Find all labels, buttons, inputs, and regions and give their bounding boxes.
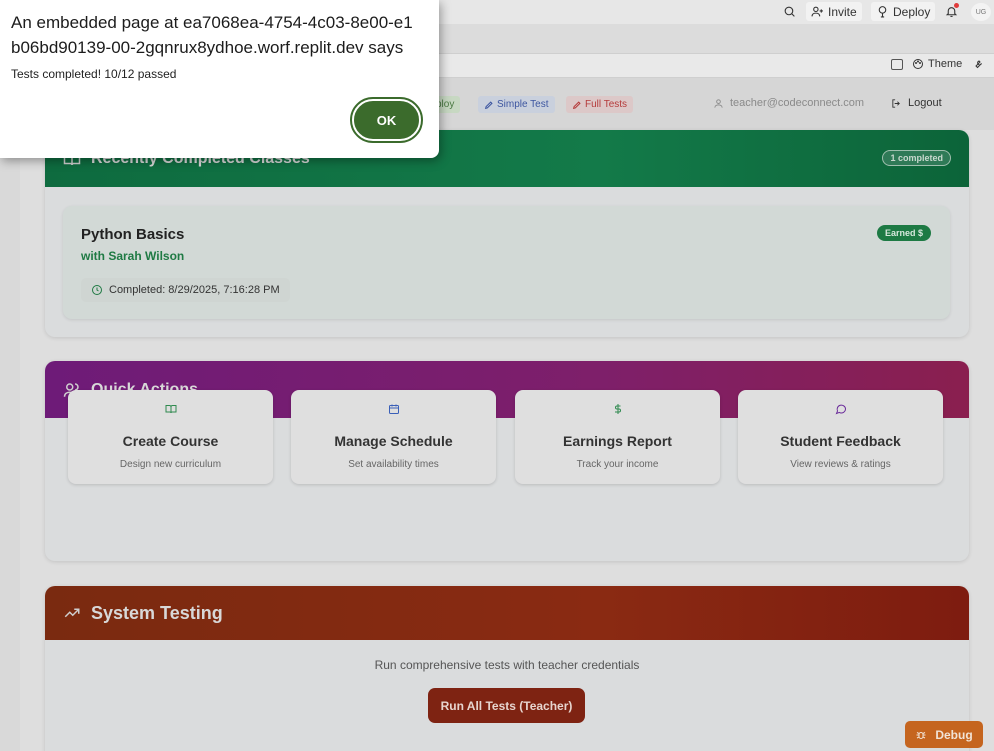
completed-class-item: Python Basics with Sarah Wilson Complete… — [63, 206, 950, 319]
system-testing-card: System Testing Run comprehensive tests w… — [45, 586, 969, 751]
bug-icon — [916, 731, 926, 739]
dialog-message: Tests completed! 10/12 passed — [11, 67, 177, 81]
teacher-name: with Sarah Wilson — [81, 249, 185, 263]
completed-count-badge: 1 completed — [882, 150, 951, 166]
clock-icon — [92, 285, 102, 295]
system-testing-title: System Testing — [91, 602, 223, 623]
message-icon — [835, 404, 846, 415]
wrench-icon — [975, 60, 983, 69]
full-tests-button[interactable]: Full Tests — [566, 96, 634, 113]
user-email: teacher@codeconnect.com — [713, 97, 864, 109]
deploy-button[interactable]: Deploy — [871, 2, 936, 21]
student-feedback-tile[interactable]: Student Feedback View reviews & ratings — [738, 390, 943, 484]
tile-subtitle: Design new curriculum — [119, 459, 222, 470]
deploy-icon — [878, 6, 887, 18]
logout-button[interactable]: Logout — [891, 97, 942, 109]
tile-title: Create Course — [122, 433, 219, 449]
devtools-icon[interactable] — [891, 59, 903, 70]
invite-label: Invite — [828, 4, 857, 19]
simple-test-button[interactable]: Simple Test — [478, 96, 555, 113]
course-name: Python Basics — [81, 226, 185, 243]
alert-dialog: An embedded page at ea7068ea-4754-4c03-8… — [0, 0, 439, 158]
tile-subtitle: Set availability times — [348, 459, 439, 470]
tile-title: Manage Schedule — [334, 433, 453, 449]
book-icon — [165, 405, 176, 414]
avatar[interactable]: UG — [971, 3, 991, 21]
trending-up-icon — [64, 608, 80, 618]
debug-button[interactable]: Debug — [905, 721, 983, 748]
tile-title: Earnings Report — [563, 433, 672, 449]
pencil-icon — [572, 100, 581, 109]
notifications-button[interactable] — [940, 2, 963, 21]
app-preview: ploy Simple Test Full Tests teacher@code… — [20, 78, 994, 751]
calendar-icon — [388, 404, 399, 414]
dollar-icon — [614, 404, 621, 414]
theme-label: Theme — [928, 58, 963, 70]
logout-icon — [892, 98, 900, 108]
tile-title: Student Feedback — [780, 433, 901, 449]
system-testing-header: System Testing — [45, 586, 969, 640]
search-button[interactable] — [778, 2, 801, 21]
deploy-label: Deploy — [893, 4, 931, 19]
search-icon — [784, 6, 795, 17]
pencil-icon — [484, 100, 493, 109]
create-course-tile[interactable]: Create Course Design new curriculum — [68, 390, 273, 484]
ide-left-gutter — [0, 78, 20, 751]
manage-schedule-tile[interactable]: Manage Schedule Set availability times — [291, 390, 496, 484]
user-icon — [714, 98, 723, 108]
recent-classes-card: Recently Completed Classes 1 completed P… — [45, 130, 969, 337]
palette-icon — [913, 59, 923, 69]
tile-subtitle: View reviews & ratings — [790, 459, 891, 470]
notification-dot — [954, 3, 959, 8]
theme-button[interactable]: Theme — [912, 58, 984, 70]
system-testing-description: Run comprehensive tests with teacher cre… — [374, 658, 640, 672]
earned-badge: Earned $ — [877, 225, 932, 241]
invite-button[interactable]: Invite — [806, 2, 862, 21]
tile-subtitle: Track your income — [576, 459, 659, 470]
user-plus-icon — [811, 6, 823, 17]
ok-button[interactable]: OK — [350, 97, 423, 143]
run-all-tests-button[interactable]: Run All Tests (Teacher) — [428, 688, 585, 723]
earnings-report-tile[interactable]: Earnings Report Track your income — [515, 390, 720, 484]
dialog-heading: An embedded page at ea7068ea-4754-4c03-8… — [11, 13, 413, 57]
completed-timestamp: Completed: 8/29/2025, 7:16:28 PM — [81, 278, 290, 302]
